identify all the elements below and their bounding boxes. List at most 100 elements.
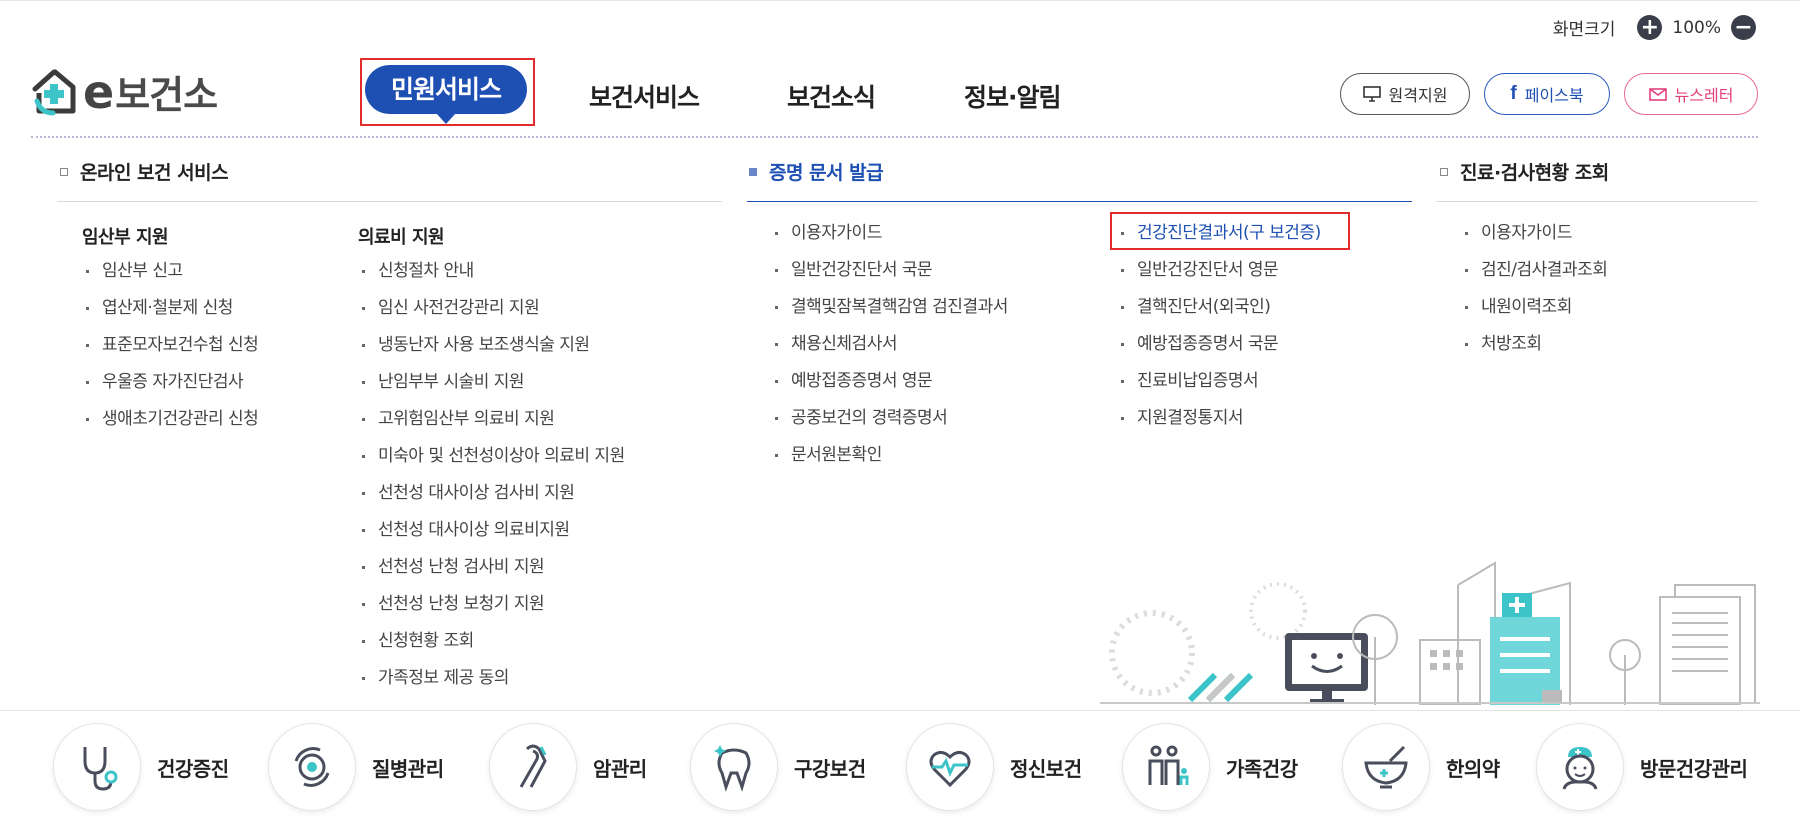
zoom-out-button[interactable]: − (1731, 15, 1756, 40)
list-item[interactable]: 임산부 신고 (84, 260, 258, 297)
city-illustration (1100, 561, 1760, 705)
list-item[interactable]: 처방조회 (1463, 333, 1607, 370)
list-item[interactable]: 신청절차 안내 (360, 260, 625, 297)
remote-support-button[interactable]: 원격지원 (1340, 73, 1470, 115)
quick-link-health-promotion[interactable]: 건강증진 (53, 723, 229, 811)
list-item[interactable]: 선천성 대사이상 의료비지원 (360, 519, 625, 556)
quick-link-label: 질병관리 (372, 756, 444, 781)
list-item[interactable]: 고위험임산부 의료비 지원 (360, 408, 625, 445)
active-menu-highlight (360, 58, 535, 126)
list-item[interactable]: 지원결정통지서 (1119, 407, 1321, 444)
section-title: 증명 문서 발급 (769, 162, 884, 184)
quick-link-home-visit[interactable]: 방문건강관리 (1536, 723, 1748, 811)
square-bullet-icon (749, 167, 757, 176)
tooth-icon (690, 723, 778, 811)
quick-link-label: 구강보건 (794, 756, 866, 781)
facebook-label: 페이스북 (1524, 86, 1584, 105)
list-item[interactable]: 선천성 대사이상 검사비 지원 (360, 482, 625, 519)
stethoscope-icon (53, 723, 141, 811)
newsletter-button[interactable]: 뉴스레터 (1624, 73, 1758, 115)
gnb-health-service[interactable]: 보건서비스 (589, 78, 700, 114)
list-item[interactable]: 일반건강진단서 영문 (1119, 259, 1321, 296)
list-item[interactable]: 검진/검사결과조회 (1463, 259, 1608, 296)
envelope-icon (1648, 88, 1667, 101)
gnb-info-notice[interactable]: 정보·알림 (964, 78, 1061, 114)
facebook-button[interactable]: f 페이스북 (1484, 73, 1610, 115)
monitor-icon (1362, 86, 1381, 102)
list-item[interactable]: 예방접종증명서 영문 (773, 370, 1008, 407)
list-item[interactable]: 진료비납입증명서 (1119, 370, 1321, 407)
nurse-icon (1536, 723, 1624, 811)
zoom-value: 100% (1672, 17, 1721, 38)
heart-pulse-icon (906, 723, 994, 811)
section-certificate[interactable]: 증명 문서 발급 (749, 158, 884, 185)
virus-icon (268, 723, 356, 811)
certificate-list-1: 이용자가이드 일반건강진단서 국문 결핵및잠복결핵감염 검진결과서 채용신체검사… (773, 222, 1008, 481)
quick-link-label: 한의약 (1446, 756, 1500, 781)
quick-link-cancer[interactable]: 암관리 (489, 723, 647, 811)
list-item[interactable]: 문서원본확인 (773, 444, 1008, 481)
list-item[interactable]: 이용자가이드 (1463, 222, 1607, 259)
square-bullet-icon (1440, 167, 1448, 176)
quick-link-label: 방문건강관리 (1640, 756, 1748, 781)
section-title: 진료·검사현황 조회 (1460, 162, 1609, 184)
list-item[interactable]: 일반건강진단서 국문 (773, 259, 1008, 296)
quick-links-bar: 건강증진 질병관리 암관리 구강보건 정신보건 가족건강 한의약 방문건강관리 (0, 710, 1800, 831)
list-item[interactable]: 선천성 난청 검사비 지원 (360, 556, 625, 593)
list-item[interactable]: 엽산제·철분제 신청 (84, 297, 258, 334)
list-item[interactable]: 냉동난자 사용 보조생식술 지원 (360, 334, 625, 371)
list-item[interactable]: 난임부부 시술비 지원 (360, 371, 625, 408)
section-underline (57, 201, 722, 202)
ribbon-icon (489, 723, 577, 811)
pregnancy-list: 임산부 신고 엽산제·철분제 신청 표준모자보건수첩 신청 우울증 자가진단검사… (84, 260, 259, 445)
list-item[interactable]: 결핵및잠복결핵감염 검진결과서 (773, 296, 1008, 333)
section-title: 온라인 보건 서비스 (80, 162, 229, 184)
newsletter-label: 뉴스레터 (1674, 86, 1734, 105)
list-item[interactable]: 예방접종증명서 국문 (1119, 333, 1321, 370)
list-item[interactable]: 임신 사전건강관리 지원 (360, 297, 625, 334)
list-item[interactable]: 선천성 난청 보청기 지원 (360, 593, 625, 630)
section-medical-inquiry[interactable]: 진료·검사현황 조회 (1440, 158, 1609, 185)
list-item[interactable]: 미숙아 및 선천성이상아 의료비 지원 (360, 445, 625, 482)
list-item[interactable]: 결핵진단서(외국인) (1119, 296, 1321, 333)
family-icon (1122, 723, 1210, 811)
certificate-list-2: 건강진단결과서(구 보건증) 일반건강진단서 영문 결핵진단서(외국인) 예방접… (1119, 222, 1321, 444)
remote-support-label: 원격지원 (1388, 86, 1448, 105)
subhead-medical-cost: 의료비 지원 (358, 227, 445, 248)
facebook-icon: f (1510, 83, 1517, 104)
quick-link-label: 암관리 (593, 756, 647, 781)
quick-link-label: 가족건강 (1226, 756, 1298, 781)
list-item[interactable]: 이용자가이드 (773, 222, 1008, 259)
list-item[interactable]: 생애초기건강관리 신청 (84, 408, 259, 445)
medical-cost-list: 신청절차 안내 임신 사전건강관리 지원 냉동난자 사용 보조생식술 지원 난임… (360, 260, 625, 704)
medical-inquiry-list: 이용자가이드 검진/검사결과조회 내원이력조회 처방조회 (1463, 222, 1608, 370)
section-underline (1436, 201, 1758, 202)
section-underline (747, 201, 1412, 202)
list-item[interactable]: 표준모자보건수첩 신청 (84, 334, 259, 371)
section-online-health[interactable]: 온라인 보건 서비스 (60, 158, 229, 185)
quick-link-mental-health[interactable]: 정신보건 (906, 723, 1082, 811)
quick-link-oral-health[interactable]: 구강보건 (690, 723, 866, 811)
quick-link-family-health[interactable]: 가족건강 (1122, 723, 1298, 811)
zoom-in-button[interactable]: + (1637, 15, 1663, 40)
zoom-control: 화면크기 + 100% − (1553, 15, 1756, 40)
gnb-health-news[interactable]: 보건소식 (787, 78, 876, 114)
list-item[interactable]: 우울증 자가진단검사 (84, 371, 258, 408)
logo-text: e보건소 (83, 65, 218, 119)
quick-link-oriental-medicine[interactable]: 한의약 (1342, 723, 1500, 811)
list-item[interactable]: 채용신체검사서 (773, 333, 1008, 370)
quick-link-disease[interactable]: 질병관리 (268, 723, 444, 811)
mortar-icon (1342, 723, 1430, 811)
selected-item-highlight (1110, 212, 1350, 250)
list-item[interactable]: 신청현황 조회 (360, 630, 625, 667)
top-border (0, 0, 1800, 3)
square-bullet-icon (60, 167, 68, 176)
list-item[interactable]: 공중보건의 경력증명서 (773, 407, 1008, 444)
subhead-pregnancy: 임산부 지원 (82, 227, 169, 248)
list-item[interactable]: 가족정보 제공 동의 (360, 667, 625, 704)
list-item[interactable]: 내원이력조회 (1463, 296, 1607, 333)
quick-link-label: 건강증진 (157, 756, 229, 781)
zoom-label: 화면크기 (1552, 20, 1616, 40)
site-logo[interactable]: e보건소 (31, 64, 218, 119)
house-plus-icon (32, 68, 76, 115)
